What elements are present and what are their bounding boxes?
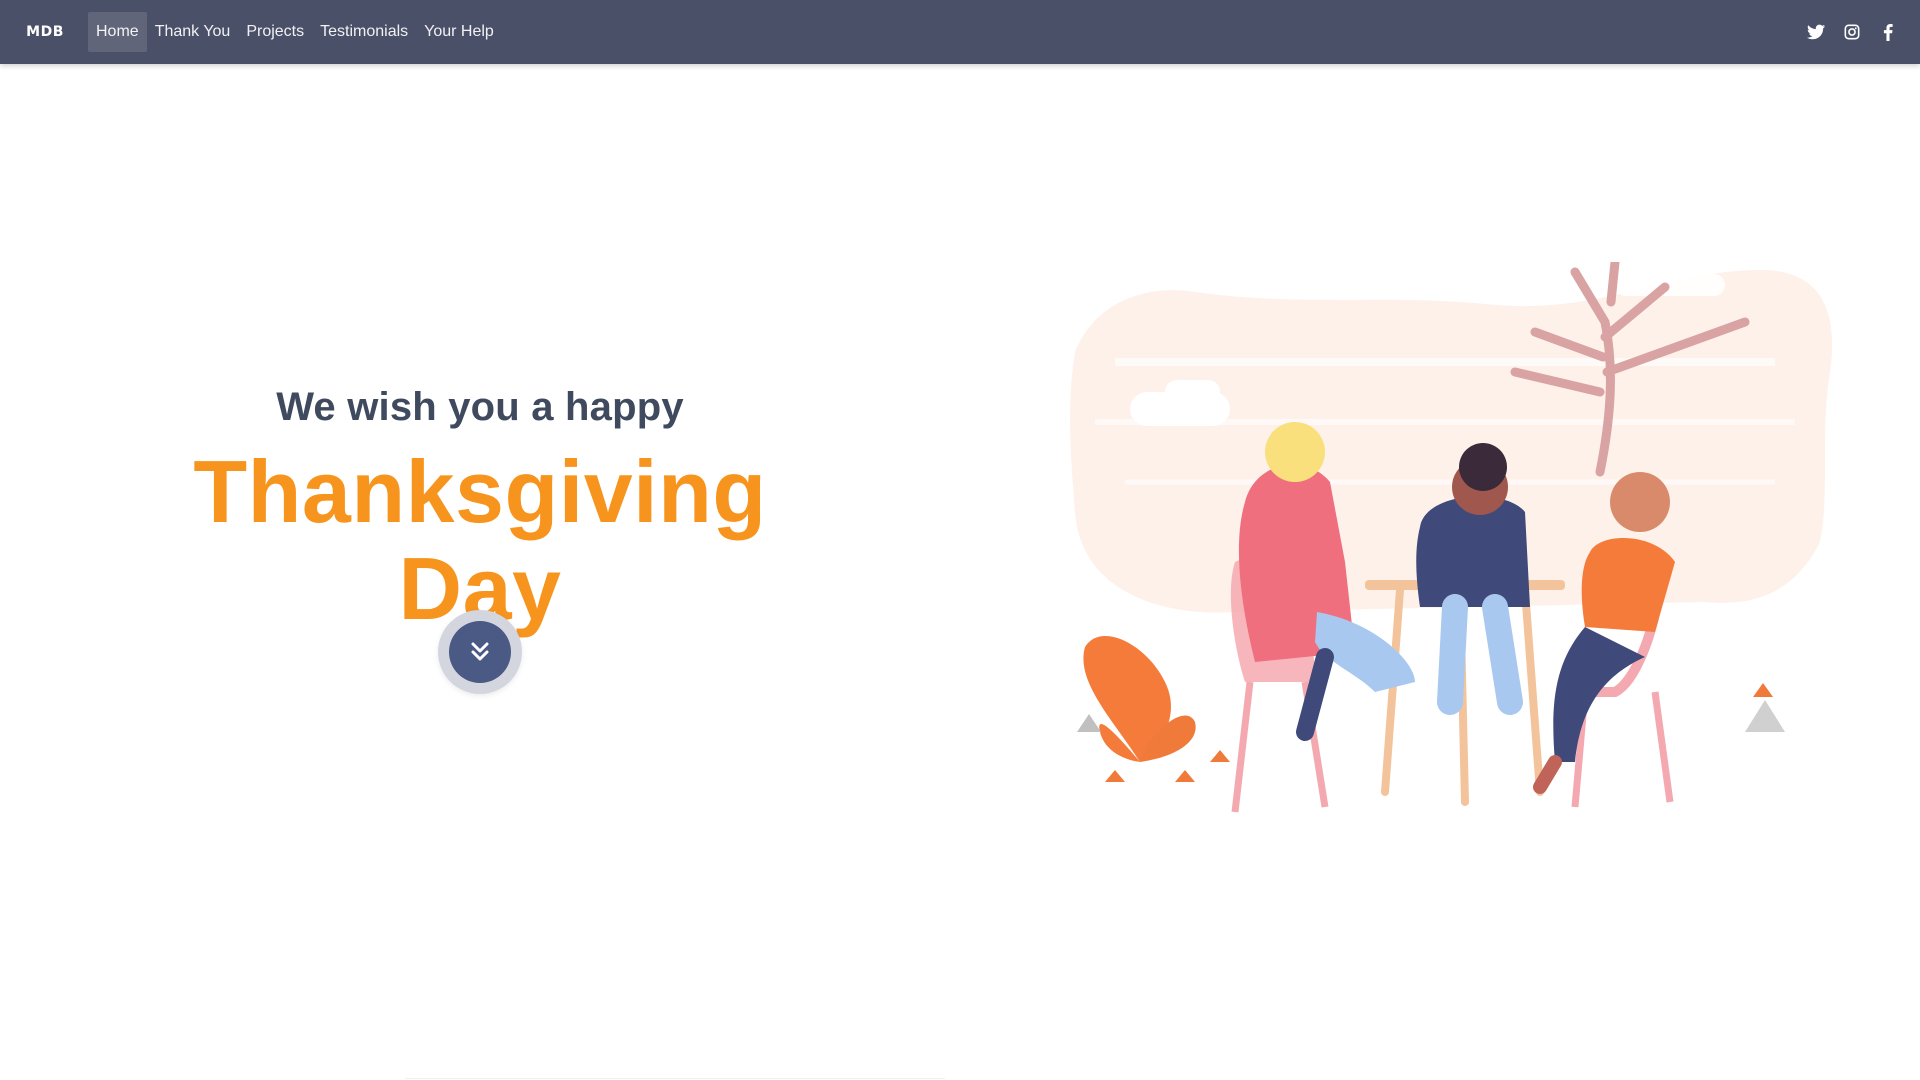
twitter-icon[interactable]: [1806, 22, 1826, 42]
hero-subtitle: We wish you a happy: [276, 385, 684, 429]
thanksgiving-illustration: [1070, 262, 1833, 813]
section-divider: [405, 1078, 945, 1079]
nav-link-your-help[interactable]: Your Help: [416, 12, 502, 52]
facebook-icon[interactable]: [1878, 22, 1898, 42]
hero-section: We wish you a happy Thanksgiving Day: [100, 385, 860, 638]
nav-link-projects[interactable]: Projects: [238, 12, 312, 52]
navbar: MDB Home Thank You Projects Testimonials…: [0, 0, 1920, 64]
nav-link-thank-you[interactable]: Thank You: [147, 12, 239, 52]
brand-logo[interactable]: MDB: [26, 22, 63, 42]
person-right: [1581, 538, 1675, 632]
nav-links: Home Thank You Projects Testimonials You…: [88, 0, 502, 64]
nav-link-testimonials[interactable]: Testimonials: [312, 12, 416, 52]
social-links: [1806, 22, 1898, 42]
chevron-double-down-icon: [471, 642, 489, 661]
nav-link-home[interactable]: Home: [88, 12, 147, 52]
scroll-down-button[interactable]: [438, 610, 522, 694]
instagram-icon[interactable]: [1842, 22, 1862, 42]
hero-title: Thanksgiving Day: [193, 442, 767, 638]
scroll-down-button-inner: [449, 621, 511, 683]
